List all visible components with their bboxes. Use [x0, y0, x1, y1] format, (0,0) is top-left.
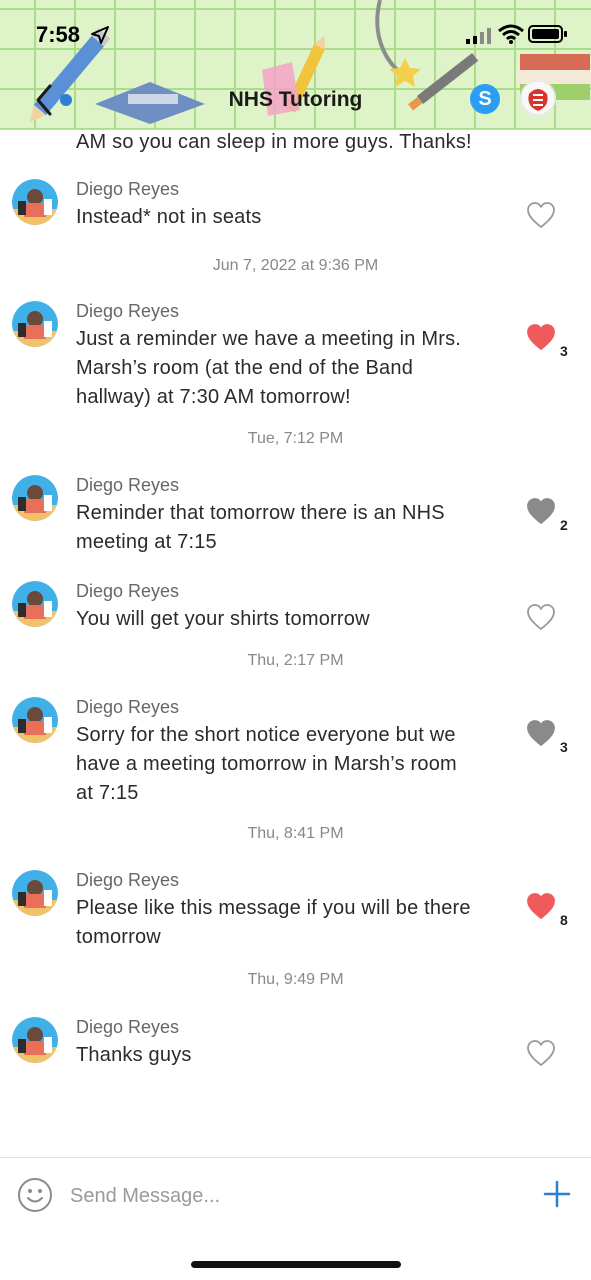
like-button[interactable]	[526, 719, 556, 747]
sender-name: Diego Reyes	[76, 301, 180, 321]
avatar[interactable]	[12, 179, 58, 225]
avatar[interactable]	[12, 301, 58, 347]
message-text: Reminder that tomorrow there is an NHS me…	[76, 499, 516, 557]
sender-name: Diego Reyes	[76, 870, 180, 890]
avatar[interactable]	[12, 581, 58, 627]
message-text: Thanks guys	[76, 1041, 516, 1070]
message-line: Thanks guys	[76, 1044, 192, 1066]
sender-name: Diego Reyes	[76, 179, 180, 199]
like-count: 2	[560, 517, 568, 533]
message-line: Instead* not in seats	[76, 206, 262, 228]
heart-icon	[527, 720, 555, 746]
message-text: Just a reminder we have a meeting in Mrs…	[76, 325, 516, 412]
avatar[interactable]	[12, 1017, 58, 1063]
sender-name: Diego Reyes	[76, 697, 180, 717]
message-text: You will get your shirts tomorrow	[76, 605, 516, 634]
home-indicator	[191, 1261, 401, 1268]
like-count: 8	[560, 912, 568, 928]
like-button[interactable]	[526, 201, 556, 229]
like-count: 3	[560, 739, 568, 755]
location-arrow-icon	[91, 26, 109, 44]
wifi-icon	[498, 24, 524, 44]
message-line: hallway) at 7:30 AM tomorrow!	[76, 386, 351, 408]
plus-icon[interactable]	[543, 1180, 571, 1208]
message-line: Please like this message if you will be …	[76, 897, 471, 919]
battery-icon	[528, 25, 567, 43]
message-line: have a meeting tomorrow in Marsh’s room	[76, 753, 457, 775]
like-count: 3	[560, 343, 568, 359]
cellular-signal-icon	[466, 28, 491, 44]
message-text: Please like this message if you will be …	[76, 894, 516, 952]
like-button[interactable]	[526, 603, 556, 631]
like-button[interactable]	[526, 1039, 556, 1067]
timestamp-divider: Thu, 9:49 PM	[247, 971, 344, 988]
status-time: 7:58	[36, 22, 81, 47]
heart-icon	[527, 893, 555, 919]
timestamp-divider: Jun 7, 2022 at 9:36 PM	[212, 257, 379, 274]
like-button[interactable]	[526, 323, 556, 351]
sender-name: Diego Reyes	[76, 1017, 180, 1037]
heart-icon	[527, 324, 555, 350]
message-line: meeting at 7:15	[76, 531, 217, 553]
partial-message-text: AM so you can sleep in more guys. Thanks…	[76, 131, 472, 153]
message-line: at 7:15	[76, 782, 139, 804]
heart-icon	[527, 498, 555, 524]
message-line: tomorrow	[76, 926, 161, 948]
header: 7:58 NHS Tutoring S	[0, 0, 591, 130]
timestamp-divider: Thu, 2:17 PM	[247, 652, 344, 669]
timestamp-divider: Thu, 8:41 PM	[247, 825, 344, 842]
avatar[interactable]	[12, 870, 58, 916]
heart-icon	[527, 202, 555, 228]
message-line: Reminder that tomorrow there is an NHS	[76, 502, 445, 524]
status-bar: 7:58	[0, 0, 591, 70]
skype-icon[interactable]: S	[470, 84, 500, 114]
message-text: Sorry for the short notice everyone but …	[76, 721, 516, 808]
message-line: You will get your shirts tomorrow	[76, 608, 370, 630]
heart-icon	[527, 1040, 555, 1066]
timestamp-divider: Tue, 7:12 PM	[247, 430, 344, 447]
like-button[interactable]	[526, 497, 556, 525]
send-message-input[interactable]	[70, 1180, 510, 1212]
like-button[interactable]	[526, 892, 556, 920]
sender-name: Diego Reyes	[76, 475, 180, 495]
message-line: Just a reminder we have a meeting in Mrs…	[76, 328, 462, 350]
message-line: Sorry for the short notice everyone but …	[76, 724, 456, 746]
message-text: Instead* not in seats	[76, 203, 516, 232]
compose-bar	[0, 1157, 591, 1237]
heart-icon	[527, 604, 555, 630]
smiley-icon[interactable]	[17, 1177, 53, 1213]
page-title: NHS Tutoring	[228, 88, 363, 111]
sender-name: Diego Reyes	[76, 581, 180, 601]
message-line: Marsh’s room (at the end of the Band	[76, 357, 414, 379]
avatar[interactable]	[12, 475, 58, 521]
avatar[interactable]	[12, 697, 58, 743]
nav-bar: NHS Tutoring S	[0, 78, 591, 122]
group-avatar[interactable]	[520, 80, 556, 116]
message-thread[interactable]: AM so you can sleep in more guys. Thanks…	[0, 131, 591, 1156]
